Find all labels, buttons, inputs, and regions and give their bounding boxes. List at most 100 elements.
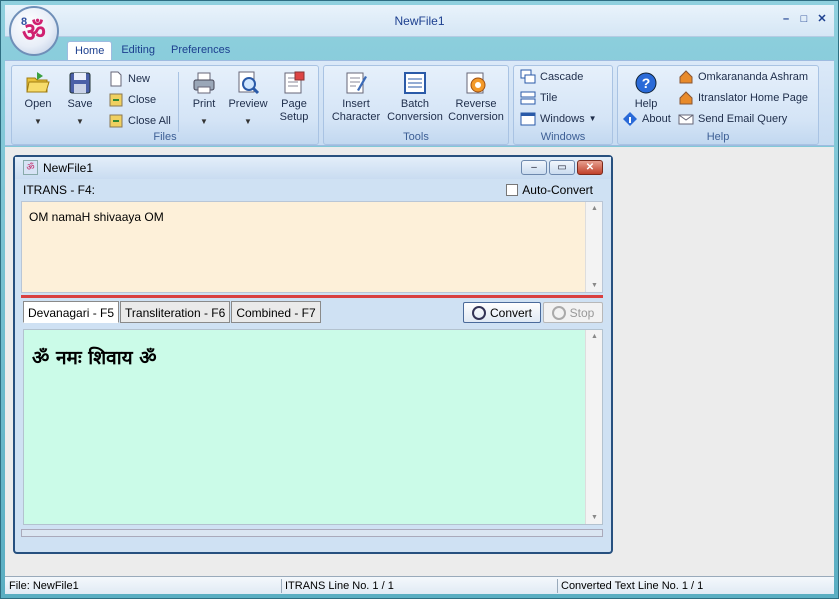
horizontal-scrollbar[interactable] (21, 529, 603, 537)
scroll-up-icon[interactable]: ▲ (586, 333, 603, 340)
tab-editing[interactable]: Editing (114, 41, 162, 60)
doc-minimize-button[interactable]: – (521, 160, 547, 175)
cascade-label: Cascade (540, 71, 584, 83)
itrans-label: ITRANS - F4: (23, 183, 96, 197)
convert-button[interactable]: Convert (463, 302, 541, 323)
help-button[interactable]: ? Help (624, 70, 668, 111)
email-query-link[interactable]: Send Email Query (678, 110, 787, 128)
tile-button[interactable]: Tile (520, 89, 557, 107)
auto-convert-checkbox[interactable]: Auto-Convert (506, 183, 593, 197)
doc-close-button[interactable]: ✕ (577, 160, 603, 175)
scroll-down-icon[interactable]: ▼ (586, 282, 603, 289)
close-all-button[interactable]: Close All (108, 112, 171, 130)
save-dropdown-icon[interactable]: ▼ (58, 115, 102, 128)
minimize-button[interactable]: – (780, 13, 792, 25)
save-icon (69, 72, 91, 94)
batch-label-2: Conversion (387, 111, 443, 123)
app-menu-orb[interactable]: 8 ॐ (9, 6, 59, 56)
cascade-icon (520, 69, 536, 84)
scroll-down-icon[interactable]: ▼ (586, 514, 603, 521)
close-file-icon (109, 93, 123, 107)
print-label: Print (192, 98, 216, 110)
status-bar: File: NewFile1 ITRANS Line No. 1 / 1 Con… (5, 576, 834, 594)
homepage-link[interactable]: Itranslator Home Page (678, 89, 808, 107)
separator (178, 72, 179, 132)
document-title: NewFile1 (43, 161, 94, 175)
tab-combined[interactable]: Combined - F7 (231, 301, 321, 323)
devanagari-output[interactable]: ॐ नमः शिवाय ॐ ▲ ▼ (23, 329, 603, 525)
help-group: ? Help About Omkarananda Ashram Itransla… (617, 65, 819, 145)
new-label: New (128, 73, 151, 85)
svg-text:?: ? (642, 75, 651, 91)
tab-transliteration[interactable]: Transliteration - F6 (120, 301, 231, 323)
status-divider (281, 579, 282, 593)
ashram-link[interactable]: Omkarananda Ashram (678, 68, 808, 86)
insert-character-button[interactable]: Insert Character (328, 70, 384, 124)
preview-button[interactable]: Preview ▼ (226, 70, 270, 128)
status-file: File: NewFile1 (9, 580, 79, 592)
windows-menu-button[interactable]: Windows ▼ (520, 110, 597, 128)
close-file-button[interactable]: Close (108, 91, 156, 109)
about-label: About (642, 113, 671, 125)
reverse-conversion-button[interactable]: Reverse Conversion (446, 70, 506, 124)
maximize-button[interactable]: □ (798, 13, 810, 25)
itrans-text[interactable]: OM namaH shivaaya OM (29, 210, 164, 224)
tools-group-label: Tools (403, 131, 429, 143)
help-icon: ? (635, 72, 657, 94)
stop-label: Stop (569, 305, 595, 320)
batch-conversion-button[interactable]: Batch Conversion (386, 70, 444, 124)
page-setup-button[interactable]: Page Setup (272, 70, 316, 124)
windows-label: Windows (540, 113, 585, 125)
files-group-label: Files (153, 131, 177, 143)
stop-button[interactable]: Stop (543, 302, 603, 323)
tab-preferences[interactable]: Preferences (164, 41, 237, 60)
windows-group: Cascade Tile Windows ▼ Windows (513, 65, 613, 145)
printer-icon (193, 72, 215, 94)
save-button[interactable]: Save ▼ (58, 70, 102, 128)
itrans-input[interactable]: OM namaH shivaaya OM ▲ ▼ (21, 201, 603, 293)
mdi-workspace: ॐ NewFile1 – ▭ ✕ ITRANS - F4: Auto-Conve… (5, 147, 834, 576)
title-bar: NewFile1 – □ ✕ (5, 5, 834, 37)
folder-open-icon (26, 72, 50, 93)
document-icon: ॐ (23, 160, 38, 175)
info-icon (623, 112, 637, 126)
close-all-label: Close All (128, 115, 171, 127)
tab-devanagari[interactable]: Devanagari - F5 (23, 301, 120, 323)
home-page-icon (679, 91, 693, 105)
itrans-scrollbar[interactable]: ▲ ▼ (585, 202, 602, 292)
close-button[interactable]: ✕ (816, 13, 828, 25)
print-dropdown-icon[interactable]: ▼ (182, 115, 226, 128)
cascade-button[interactable]: Cascade (520, 68, 583, 86)
page-setup-icon (284, 71, 305, 94)
window-title: NewFile1 (394, 14, 445, 28)
stop-icon (551, 305, 566, 320)
scroll-up-icon[interactable]: ▲ (586, 205, 603, 212)
doc-restore-button[interactable]: ▭ (549, 160, 575, 175)
home-icon (679, 70, 693, 84)
ribbon: Open ▼ Save ▼ New Close Close All Print … (5, 60, 834, 146)
convert-icon (471, 305, 486, 320)
about-button[interactable]: About (622, 110, 671, 128)
preview-label: Preview (228, 98, 268, 110)
open-dropdown-icon[interactable]: ▼ (16, 115, 60, 128)
new-button[interactable]: New (108, 70, 150, 88)
document-title-bar[interactable]: ॐ NewFile1 – ▭ ✕ (15, 157, 611, 179)
devanagari-text[interactable]: ॐ नमः शिवाय ॐ (32, 344, 157, 370)
document-window-controls: – ▭ ✕ (521, 160, 603, 175)
open-button[interactable]: Open ▼ (16, 70, 60, 128)
print-button[interactable]: Print ▼ (182, 70, 226, 128)
output-scrollbar[interactable]: ▲ ▼ (585, 330, 602, 524)
status-divider (557, 579, 558, 593)
document-window: ॐ NewFile1 – ▭ ✕ ITRANS - F4: Auto-Conve… (13, 155, 613, 554)
preview-dropdown-icon[interactable]: ▼ (226, 115, 270, 128)
insert-character-icon (346, 72, 367, 94)
insert-label-1: Insert (342, 98, 370, 110)
tab-home[interactable]: Home (67, 41, 113, 60)
close-label: Close (128, 94, 157, 106)
pane-splitter[interactable] (21, 295, 603, 298)
batch-label-1: Batch (400, 98, 430, 110)
new-file-icon (110, 71, 122, 87)
tools-group: Insert Character Batch Conversion Revers… (323, 65, 509, 145)
auto-convert-box[interactable] (506, 184, 519, 196)
insert-label-2: Character (331, 111, 381, 123)
